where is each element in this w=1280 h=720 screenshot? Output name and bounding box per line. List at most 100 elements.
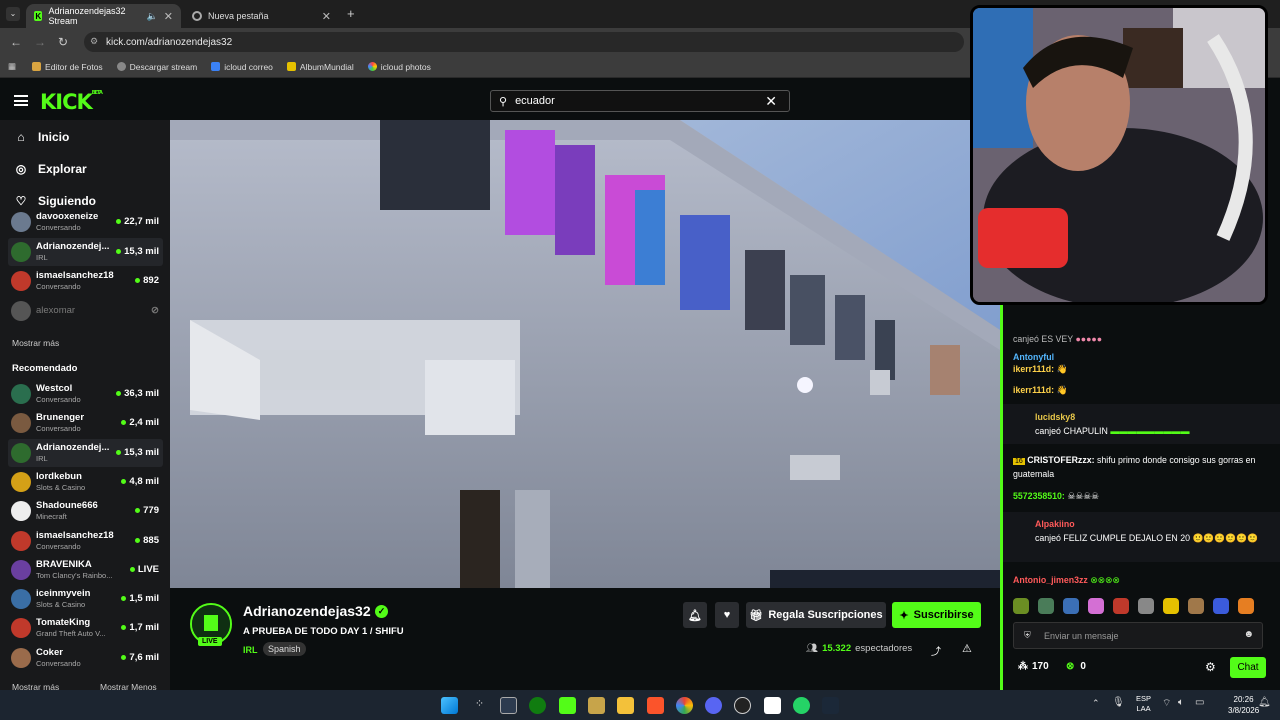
chat-input[interactable]: ⛨ Enviar un mensaje ☻: [1013, 622, 1263, 649]
emote-icon[interactable]: [1213, 598, 1229, 614]
kick-logo[interactable]: KICKBETA: [40, 90, 103, 114]
volume-icon[interactable]: 🔈︎: [1178, 697, 1184, 708]
emote-icon[interactable]: [1188, 598, 1204, 614]
viewer-count: 15,3 mil: [116, 246, 159, 257]
sidebar-channel-item[interactable]: Brunenger Conversando 2,4 mil: [8, 409, 163, 437]
forward-icon[interactable]: →: [34, 35, 46, 49]
emote-icon[interactable]: [1163, 598, 1179, 614]
live-dot-icon: [121, 478, 127, 484]
sidebar-channel-item[interactable]: lordkebun Slots & Casino 4,8 mil: [8, 468, 163, 496]
apps-grid-icon[interactable]: ▦: [8, 61, 16, 72]
follow-button[interactable]: ♥: [715, 602, 739, 628]
hamburger-menu-icon[interactable]: [14, 95, 28, 106]
sidebar-channel-item[interactable]: alexomar ⊘: [8, 297, 163, 325]
emote-icon[interactable]: [1138, 598, 1154, 614]
speaker-icon[interactable]: 🔈: [147, 11, 158, 22]
settings-gear-icon[interactable]: ⚙: [1205, 660, 1216, 674]
sidebar-channel-item[interactable]: davooxeneize Conversando 22,7 mil: [8, 208, 163, 236]
channel-points[interactable]: ⁂ 170: [1018, 661, 1049, 672]
clock[interactable]: 20:26 3/8/2026: [1228, 694, 1259, 716]
sidebar-channel-item[interactable]: TomateKing Grand Theft Auto V... 1,7 mil: [8, 614, 163, 642]
bookmark-item[interactable]: AlbumMundial: [286, 62, 354, 72]
emote-icons: ⊗⊗⊗⊗: [1090, 575, 1120, 585]
language-tag[interactable]: Spanish: [263, 642, 306, 656]
emote-icon[interactable]: [1113, 598, 1129, 614]
tab-kick-stream[interactable]: K Adrianozendejas32 Stream 🔈 ✕: [26, 4, 181, 28]
site-info-icon[interactable]: ⚙: [90, 36, 98, 47]
gift-subs-button[interactable]: 🎁︎ Regala Suscripciones: [746, 602, 886, 628]
tray-chevron-icon[interactable]: ⌃: [1092, 698, 1100, 709]
input-language[interactable]: ESP LAA: [1136, 694, 1151, 714]
emote-icon[interactable]: [1038, 598, 1054, 614]
tab-search-icon[interactable]: ⌄: [6, 7, 20, 21]
search-icon: ⚲: [499, 95, 508, 108]
reload-icon[interactable]: ↻: [58, 35, 68, 49]
channel-name: Adrianozendej...: [36, 441, 110, 453]
video-player[interactable]: [170, 120, 1000, 588]
sidebar-channel-item[interactable]: Adrianozendej... IRL 15,3 mil: [8, 237, 163, 266]
sidebar-channel-item[interactable]: ismaelsanchez18 Conversando 892: [8, 267, 163, 295]
wifi-icon[interactable]: ⌔: [1162, 697, 1171, 710]
users-icon: 👥︎: [806, 643, 819, 654]
category-link[interactable]: IRL: [243, 645, 258, 655]
close-tab-icon[interactable]: ✕: [322, 10, 331, 23]
emoji-icon[interactable]: ☻: [1243, 629, 1254, 640]
chat-message: canjeó FELIZ CUMPLE DEJALO EN 20 🙂🙂🙂🙂🙂🙂: [1035, 533, 1259, 543]
recommended-heading: Recomendado: [12, 363, 78, 374]
bookmark-item[interactable]: Editor de Fotos: [32, 62, 103, 72]
bookmark-item[interactable]: icloud photos: [367, 62, 431, 72]
steam-icon[interactable]: [822, 697, 839, 714]
clear-search-icon[interactable]: ✕: [765, 93, 777, 110]
game-icon[interactable]: [588, 697, 605, 714]
avatar: [11, 589, 31, 610]
search-input[interactable]: ⚲ ecuador ✕: [490, 90, 790, 112]
sidebar-channel-item[interactable]: Westcol Conversando 36,3 mil: [8, 380, 163, 408]
obs-icon[interactable]: [734, 697, 751, 714]
chrome-icon[interactable]: [676, 697, 693, 714]
whatsapp-icon[interactable]: [793, 697, 810, 714]
sidebar-nav-following[interactable]: ♡ Siguiendo: [14, 194, 96, 208]
close-tab-icon[interactable]: ✕: [164, 10, 173, 23]
sidebar-channel-item[interactable]: Shadoune666 Minecraft 779: [8, 497, 163, 525]
battery-icon[interactable]: ▭: [1195, 697, 1204, 708]
sidebar-channel-item[interactable]: iceinmyvein Slots & Casino 1,5 mil: [8, 585, 163, 613]
notification-icon[interactable]: 🔔︎: [1258, 697, 1271, 708]
report-icon[interactable]: ⚠: [962, 642, 972, 655]
file-explorer-icon[interactable]: [617, 697, 634, 714]
sidebar-channel-item[interactable]: ismaelsanchez18 Conversando 885: [8, 527, 163, 555]
store-icon[interactable]: [500, 697, 517, 714]
back-icon[interactable]: ←: [10, 35, 22, 49]
start-windows-icon[interactable]: [441, 697, 458, 714]
sidebar-nav-home[interactable]: ⌂ Inicio: [14, 130, 69, 144]
kicks-balance[interactable]: ⊗ 0: [1066, 661, 1086, 672]
chat-send-button[interactable]: Chat: [1230, 657, 1266, 678]
emote-icon[interactable]: [1013, 598, 1029, 614]
tab-new[interactable]: Nueva pestaña ✕: [184, 4, 339, 28]
bookmark-item[interactable]: icloud correo: [211, 62, 273, 72]
widgets-icon[interactable]: ⁘: [471, 697, 488, 714]
channel-name: Coker: [36, 646, 63, 658]
avatar: [11, 384, 31, 404]
sidebar-channel-item[interactable]: Coker Conversando 7,6 mil: [8, 644, 163, 672]
share-icon[interactable]: ⤴: [931, 643, 941, 658]
xbox-icon[interactable]: [529, 697, 546, 714]
show-more-following[interactable]: Mostrar más: [12, 338, 59, 348]
emote-icon[interactable]: [1088, 598, 1104, 614]
brave-icon[interactable]: [647, 697, 664, 714]
subscribe-button[interactable]: ✦ Suscribirse: [892, 602, 981, 628]
capcut-icon[interactable]: [764, 697, 781, 714]
minecraft-icon[interactable]: [559, 697, 576, 714]
emote-icon[interactable]: [1238, 598, 1254, 614]
bookmark-item[interactable]: Descargar stream: [116, 62, 197, 72]
url-field[interactable]: ⚙ kick.com/adrianozendejas32: [84, 32, 964, 52]
emote-icon[interactable]: [1063, 598, 1079, 614]
discord-icon[interactable]: [705, 697, 722, 714]
chat-message: Antonio_jimen3zz ⊗⊗⊗⊗: [1013, 575, 1120, 585]
channel-name[interactable]: Adrianozendejas32: [243, 603, 371, 619]
sidebar-channel-item[interactable]: BRAVENIKA Tom Clancy's Rainbo... LIVE: [8, 556, 163, 584]
microphone-icon[interactable]: 🎙︎: [1112, 697, 1125, 708]
sidebar-channel-item[interactable]: Adrianozendej... IRL 15,3 mil: [8, 438, 163, 467]
sidebar-nav-explore[interactable]: ◎ Explorar: [14, 162, 87, 176]
notifications-button[interactable]: 🔔︎: [683, 602, 707, 628]
new-tab-icon[interactable]: +: [347, 6, 355, 21]
